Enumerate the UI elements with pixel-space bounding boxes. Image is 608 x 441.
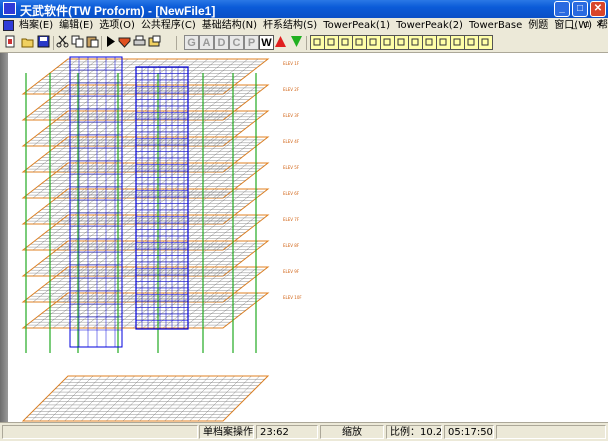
status-scale: 比例：10.264 — [386, 425, 442, 439]
edit-tool-icon[interactable] — [366, 35, 381, 50]
minimize-button[interactable]: _ — [554, 1, 570, 17]
arrow-up-icon[interactable] — [273, 35, 288, 50]
edit-tool-icon[interactable] — [324, 35, 339, 50]
floor-label: ELEV 3F — [283, 113, 300, 118]
toolbar-letter-button[interactable]: G — [184, 35, 199, 50]
menu-item[interactable]: TowerPeak(2) — [393, 19, 466, 33]
floor-slab — [21, 58, 270, 95]
status-coord: 23:62 — [256, 425, 318, 439]
document-icon[interactable] — [3, 20, 14, 31]
toolbar-letter-button[interactable]: C — [229, 35, 244, 50]
floor-slab — [21, 240, 270, 277]
floor-label: ELEV 1F — [283, 61, 300, 66]
toolbar-separator — [176, 36, 177, 50]
menu-items: 档案(E) 编辑(E) 选项(O) 公共程序(C) 基础结构(N) 杆系结构(S) Towe… — [16, 19, 608, 33]
floor-label: ELEV 7F — [283, 217, 300, 222]
menu-item[interactable]: 公共程序(C) — [138, 19, 199, 33]
toolbar-separator — [101, 36, 102, 50]
menu-item[interactable]: 杆系结构(S) — [260, 19, 320, 33]
toolbar: GADCPW — [0, 34, 608, 53]
cut-icon[interactable] — [55, 35, 70, 50]
floor-slab — [21, 188, 270, 225]
status-zoom: 缩放 — [320, 425, 384, 439]
menu-item[interactable]: 选项(O) — [96, 19, 138, 33]
toolbar-separator — [53, 36, 54, 50]
mdi-restore-button[interactable]: ▫ — [581, 20, 592, 31]
edit-tool-icon[interactable] — [436, 35, 451, 50]
arrow-down-icon[interactable] — [289, 35, 304, 50]
menu-item[interactable]: TowerPeak(1) — [320, 19, 393, 33]
menu-item[interactable]: 编辑(E) — [56, 19, 96, 33]
floor-slab — [21, 266, 270, 303]
menu-bar: 档案(E) 编辑(E) 选项(O) 公共程序(C) 基础结构(N) 杆系结构(S) Towe… — [0, 18, 608, 35]
floor-label: ELEV 6F — [283, 191, 300, 196]
open-icon[interactable] — [20, 35, 35, 50]
build-icon[interactable] — [117, 35, 132, 50]
vertical-ruler — [0, 53, 8, 422]
title-bar: 天武软件(TW Proform) - [NewFile1] _ □ ✕ — [0, 0, 608, 18]
floor-slab — [21, 110, 270, 147]
window-title: 天武软件(TW Proform) - [NewFile1] — [20, 4, 216, 18]
floor-label: ELEV 10F — [283, 295, 302, 300]
floor-label: ELEV 8F — [283, 243, 300, 248]
floor-label: ELEV 5F — [283, 165, 300, 170]
toolbar-letter-button[interactable]: W — [259, 35, 274, 50]
copy-icon[interactable] — [70, 35, 85, 50]
edit-tool-icon[interactable] — [408, 35, 423, 50]
floor-label: ELEV 4F — [283, 139, 300, 144]
print-icon[interactable] — [132, 35, 147, 50]
edit-tool-icon[interactable] — [450, 35, 465, 50]
status-bar: 单档案操作 23:62 缩放 比例：10.264 05:17:50 — [0, 422, 608, 441]
toolbar-letter-button[interactable]: P — [244, 35, 259, 50]
edit-tool-icon[interactable] — [394, 35, 409, 50]
close-button[interactable]: ✕ — [590, 1, 606, 17]
status-mode: 单档案操作 — [199, 425, 254, 439]
menu-item[interactable]: 档案(E) — [16, 19, 56, 33]
menu-item[interactable]: 基础结构(N) — [199, 19, 260, 33]
menu-item[interactable]: 例题 — [525, 19, 551, 33]
edit-tool-icon[interactable] — [422, 35, 437, 50]
floor-slab — [21, 84, 270, 121]
status-time: 05:17:50 — [444, 425, 494, 439]
status-hint — [2, 425, 198, 439]
edit-tool-icon[interactable] — [338, 35, 353, 50]
save-icon[interactable] — [36, 35, 51, 50]
new-icon[interactable] — [3, 35, 18, 50]
paste-icon[interactable] — [85, 35, 100, 50]
edit-tool-icon[interactable] — [464, 35, 479, 50]
drawing-canvas[interactable]: ELEV 1F ELEV 2F ELEV 3F ELEV 4F ELEV 5F ELEV … — [8, 53, 608, 422]
mdi-close-button[interactable]: ✕ — [594, 20, 605, 31]
play-icon[interactable] — [103, 35, 118, 50]
edit-tool-icon[interactable] — [478, 35, 493, 50]
toolbar-letter-button[interactable]: D — [214, 35, 229, 50]
floor-slab — [21, 136, 270, 173]
app-icon — [3, 2, 16, 15]
mdi-minimize-button[interactable]: _ — [568, 20, 579, 31]
menu-item[interactable]: TowerBase — [466, 19, 525, 33]
foundation-slab — [21, 375, 270, 422]
floor-slab — [21, 292, 270, 329]
edit-tool-icon[interactable] — [380, 35, 395, 50]
floor-label: ELEV 9F — [283, 269, 300, 274]
edit-tool-icon[interactable] — [310, 35, 325, 50]
toolbar-separator — [306, 36, 307, 50]
status-extra — [496, 425, 606, 439]
structure-model-drawing: ELEV 1F ELEV 2F ELEV 3F ELEV 4F ELEV 5F ELEV … — [21, 56, 302, 422]
floor-slab — [21, 214, 270, 251]
export-icon[interactable] — [147, 35, 162, 50]
maximize-button[interactable]: □ — [572, 1, 588, 17]
toolbar-letter-button[interactable]: A — [199, 35, 214, 50]
edit-tool-icon[interactable] — [352, 35, 367, 50]
floor-label: ELEV 2F — [283, 87, 300, 92]
floor-slab — [21, 162, 270, 199]
